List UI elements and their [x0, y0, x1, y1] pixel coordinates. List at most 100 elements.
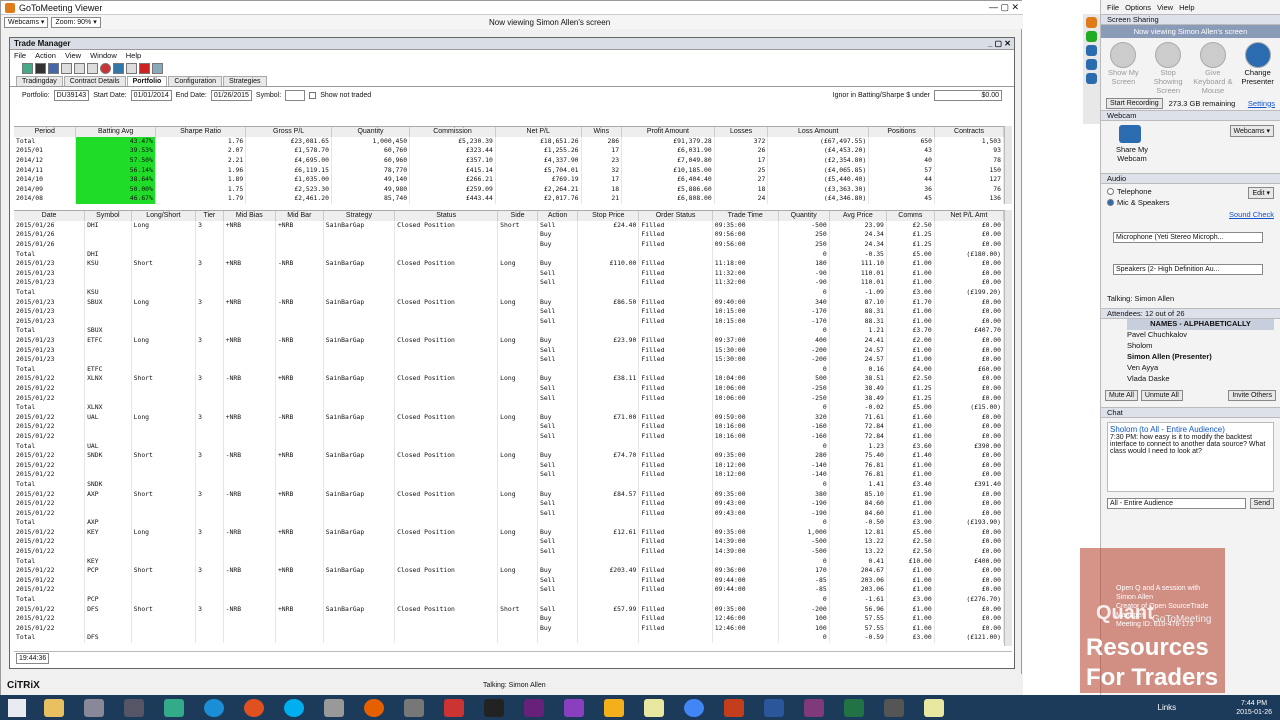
- connect-icon[interactable]: [22, 62, 33, 74]
- attendee-item[interactable]: Simon Allen (Presenter): [1127, 352, 1274, 363]
- summary-col-header[interactable]: Profit Amount: [621, 127, 715, 137]
- detail-row[interactable]: 2015/01/22 Sell Filled 10:16:00 -160 72.84 £1.…: [14, 422, 1004, 432]
- detail-row[interactable]: 2015/01/22 Sell Filled 10:12:00 -140 76.81 £1.…: [14, 460, 1004, 471]
- detail-row[interactable]: 2015/01/22 Sell Filled 14:39:00 -500 13.22 £2.…: [14, 537, 1004, 547]
- detail-row[interactable]: 2015/01/26 Buy Filled 09:56:00 250 24.34 £1.25…: [14, 230, 1004, 240]
- webcam-icon[interactable]: [1086, 31, 1097, 42]
- summary-col-header[interactable]: Losses: [714, 127, 769, 137]
- summary-row[interactable]: 2014/09 50.00% 1.75 £2,523.30 49,980 £259.09 £…: [14, 184, 1004, 195]
- detail-col-header[interactable]: Date: [14, 211, 86, 221]
- detail-row[interactable]: 2015/01/22 AXP Short 3 -NRB +NRB SainBarGap Clo…: [14, 489, 1004, 499]
- portfolio-select[interactable]: DU39143: [53, 90, 90, 101]
- app-icon-7[interactable]: [644, 698, 664, 717]
- menu-action[interactable]: Action: [35, 51, 56, 60]
- chat-header[interactable]: Chat: [1101, 407, 1280, 418]
- detail-row[interactable]: 2015/01/23 ETFC Long 3 +NRB -NRB SainBarGap Clo…: [14, 335, 1004, 346]
- detail-row[interactable]: 2015/01/22 Buy Filled 12:46:00 100 57.55 £1.00…: [14, 613, 1004, 624]
- detail-row[interactable]: 2015/01/22 Sell Filled 09:43:00 -190 84.60 £1.…: [14, 498, 1004, 509]
- settings-icon[interactable]: [48, 62, 59, 74]
- detail-col-header[interactable]: Net P/L Amt: [934, 211, 1004, 221]
- panel-menu-help[interactable]: Help: [1179, 3, 1194, 12]
- app-icon-3[interactable]: [244, 698, 264, 717]
- detail-col-header[interactable]: Stop Price: [577, 211, 640, 221]
- detail-col-header[interactable]: Mid Bias: [223, 211, 276, 221]
- detail-row[interactable]: 2015/01/22 Sell Filled 09:44:00 -85 203.06 £1.…: [14, 575, 1004, 586]
- people-icon[interactable]: [1086, 73, 1097, 84]
- panel-menu-file[interactable]: File: [1107, 3, 1119, 12]
- detail-row[interactable]: 2015/01/22 PCP Short 3 -NRB +NRB SainBarGap Clo…: [14, 565, 1004, 576]
- disabled-icon-4[interactable]: [126, 62, 137, 74]
- webcam-header[interactable]: Webcam: [1101, 110, 1280, 121]
- detail-row[interactable]: Total ETFC 0 0.16 £4.00 £60.00: [14, 364, 1004, 375]
- detail-col-header[interactable]: Strategy: [323, 211, 396, 221]
- app-icon-5[interactable]: [444, 698, 464, 717]
- detail-col-header[interactable]: Action: [537, 211, 579, 221]
- powerpoint-icon[interactable]: [724, 698, 744, 717]
- detail-row[interactable]: 2015/01/23 Sell Filled 10:15:00 -170 88.31 £1.…: [14, 306, 1004, 317]
- summary-scrollbar[interactable]: [1004, 126, 1012, 204]
- detail-row[interactable]: Total XLNX 0 -0.02 £5.00 (£15.00): [14, 402, 1004, 413]
- detail-row[interactable]: 2015/01/22 XLNX Short 3 -NRB +NRB SainBarGap Cl…: [14, 374, 1004, 384]
- detail-row[interactable]: 2015/01/26 Buy Filled 09:56:00 250 24.34 £1.25…: [14, 239, 1004, 250]
- tab-portfolio[interactable]: Portfolio: [126, 75, 168, 86]
- screen-sharing-header[interactable]: Screen Sharing: [1101, 14, 1280, 25]
- give-keyboard-button[interactable]: Give Keyboard & Mouse: [1193, 42, 1233, 95]
- summary-col-header[interactable]: Contracts: [934, 127, 1004, 137]
- mic-speakers-option[interactable]: Mic & Speakers: [1107, 198, 1274, 207]
- sound-check-link[interactable]: Sound Check: [1229, 210, 1274, 219]
- summary-row[interactable]: 2014/11 56.14% 1.96 £6,119.15 78,770 £415.14 £…: [14, 165, 1004, 175]
- links-toolbar[interactable]: Links: [1158, 703, 1177, 712]
- summary-col-header[interactable]: Net P/L: [495, 127, 582, 137]
- tab-contract-details[interactable]: Contract Details: [63, 75, 126, 86]
- save-icon[interactable]: [35, 62, 46, 74]
- ignore-value-input[interactable]: $0.00: [934, 90, 1002, 101]
- settings-link[interactable]: Settings: [1248, 99, 1275, 108]
- attendee-item[interactable]: Pavel Chuchkalov: [1127, 330, 1274, 341]
- vs-icon-2[interactable]: [564, 698, 584, 717]
- app-icon[interactable]: [124, 698, 144, 717]
- screen-icon[interactable]: [1086, 45, 1097, 56]
- app-icon-6[interactable]: [604, 698, 624, 717]
- skype-icon[interactable]: [284, 698, 304, 717]
- detail-row[interactable]: Total AXP 0 -0.50 £3.90 (£193.90): [14, 518, 1004, 528]
- show-not-traded-checkbox[interactable]: [309, 92, 317, 99]
- close-icon[interactable]: [139, 62, 150, 74]
- summary-col-header[interactable]: Period: [14, 127, 77, 137]
- detail-row[interactable]: Total PCP 0 -1.61 £3.00 (£276.70): [14, 594, 1004, 605]
- menu-window[interactable]: Window: [90, 51, 117, 60]
- audio-header[interactable]: Audio: [1101, 173, 1280, 184]
- stop-showing-button[interactable]: Stop Showing Screen: [1148, 42, 1188, 95]
- ie-icon[interactable]: [204, 698, 224, 717]
- detail-scrollbar[interactable]: [1004, 210, 1012, 646]
- chrome-icon[interactable]: [684, 698, 704, 717]
- detail-row[interactable]: 2015/01/23 SBUX Long 3 +NRB -NRB SainBarGap Clo…: [14, 297, 1004, 307]
- app-icon-2[interactable]: [164, 698, 184, 717]
- explorer-icon[interactable]: [44, 698, 64, 717]
- start-recording-button[interactable]: Start Recording: [1106, 97, 1163, 109]
- detail-row[interactable]: Total UAL 0 1.23 £3.60 £390.00: [14, 441, 1004, 451]
- detail-row[interactable]: 2015/01/23 Sell Filled 15:30:00 -200 24.57 £1.…: [14, 354, 1004, 365]
- start-button[interactable]: [8, 698, 26, 717]
- invite-others-button[interactable]: Invite Others: [1228, 389, 1276, 401]
- microphone-select[interactable]: Microphone (Yeti Stereo Microph...: [1113, 232, 1263, 243]
- send-button[interactable]: Send: [1249, 497, 1274, 509]
- detail-col-header[interactable]: Mid Bar: [275, 211, 324, 221]
- summary-col-header[interactable]: Gross P/L: [245, 127, 332, 137]
- disabled-icon-1[interactable]: [61, 62, 72, 74]
- summary-row[interactable]: Total 43.47% 1.76 £23,081.65 1,000,450 £5,230…: [14, 136, 1004, 147]
- chat-target-select[interactable]: All - Entire Audience: [1107, 497, 1246, 509]
- summary-row[interactable]: 2014/08 46.67% 1.79 £2,461.20 85,740 £443.44 £…: [14, 194, 1004, 204]
- tab-strategies[interactable]: Strategies: [222, 75, 267, 86]
- detail-row[interactable]: 2015/01/22 Sell Filled 10:06:00 -250 38.49 £1.…: [14, 383, 1004, 394]
- summary-row[interactable]: 2015/01 39.53% 2.07 £1,578.70 60,760 £323.44 £…: [14, 146, 1004, 156]
- mic-icon[interactable]: [1086, 17, 1097, 28]
- summary-row[interactable]: 2014/12 57.50% 2.21 £4,695.00 60,960 £357.10 £…: [14, 155, 1004, 166]
- summary-col-header[interactable]: Loss Amount: [767, 127, 870, 137]
- tm-window-controls[interactable]: _ ▢ ✕: [988, 39, 1011, 48]
- db-icon[interactable]: [324, 698, 344, 717]
- detail-row[interactable]: Total SBUX 0 1.21 £3.70 £407.70: [14, 326, 1004, 336]
- vs-icon[interactable]: [524, 698, 544, 717]
- window-controls[interactable]: — ▢ ✕: [989, 2, 1019, 13]
- symbol-input[interactable]: [285, 90, 306, 101]
- detail-row[interactable]: 2015/01/22 Sell Filled 09:44:00 -85 203.06 £1.…: [14, 585, 1004, 595]
